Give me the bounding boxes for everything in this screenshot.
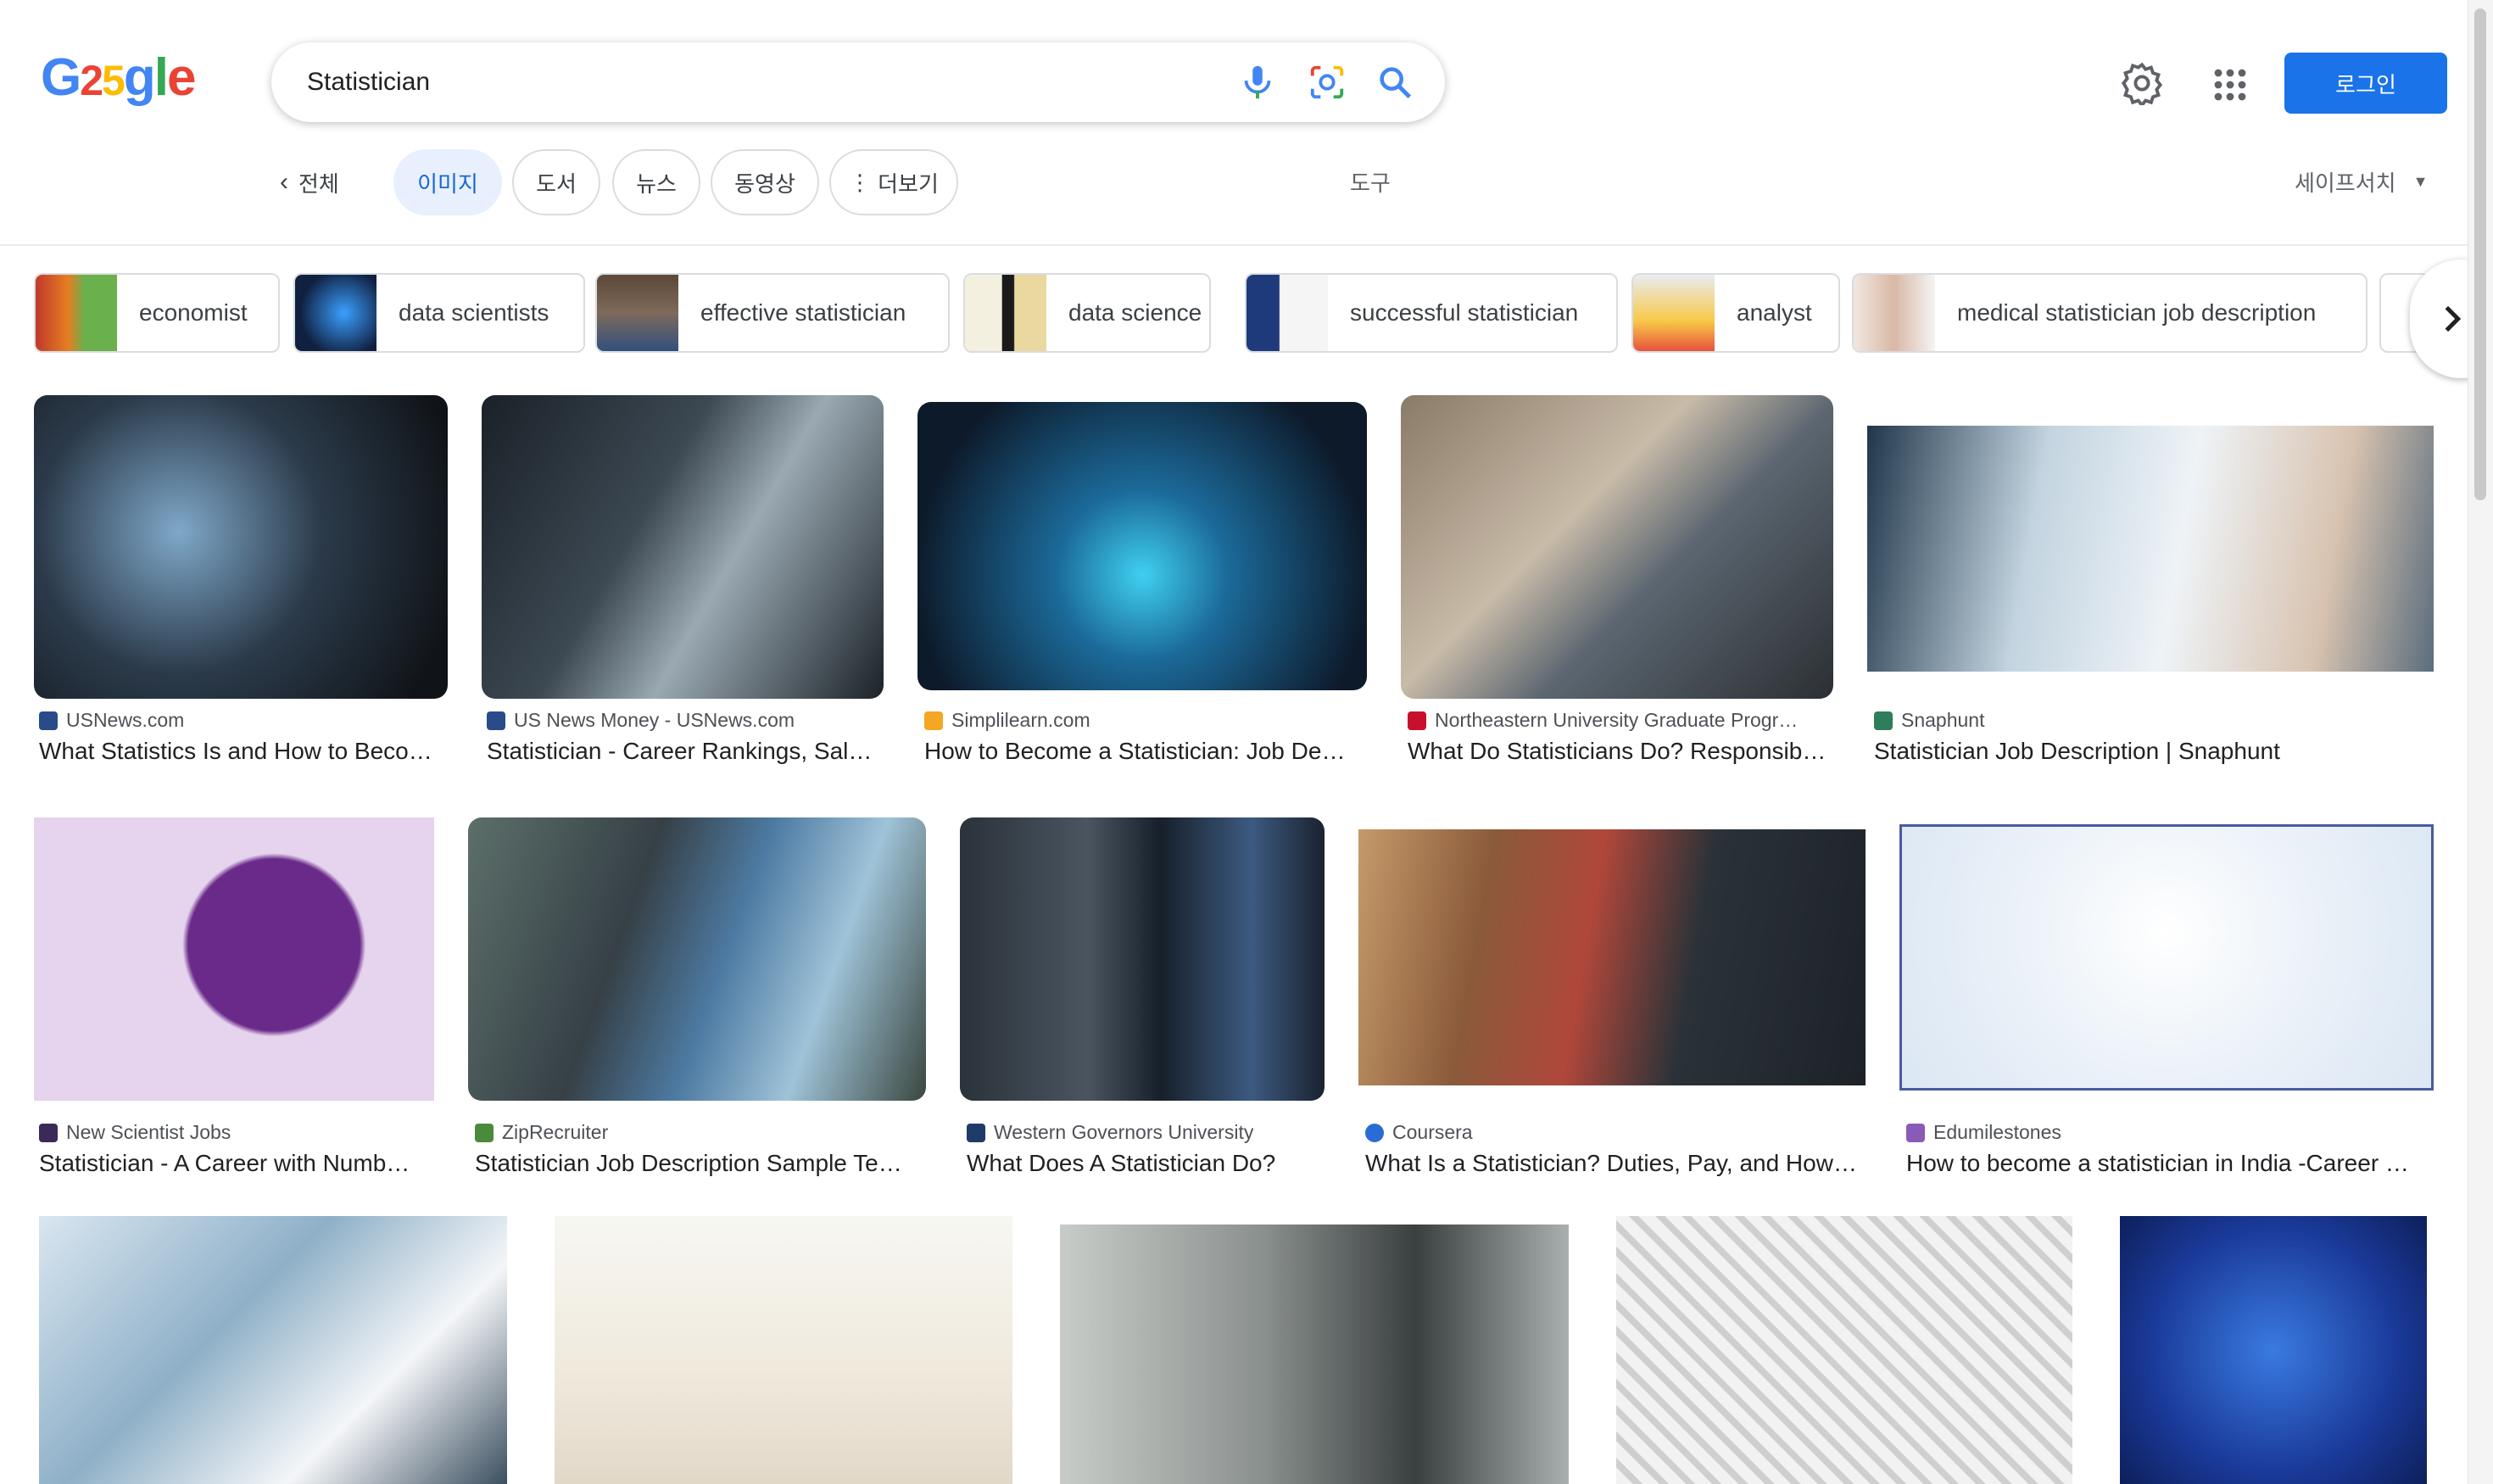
favicon-icon <box>1365 1123 1384 1142</box>
safesearch-label: 세이프서치 <box>2295 170 2396 196</box>
tab-books[interactable]: 도서 <box>512 149 600 215</box>
result-image[interactable] <box>1401 395 1833 699</box>
result-title[interactable]: How to become a statistician in India -C… <box>1906 1150 2432 1177</box>
result-image[interactable] <box>1867 426 2434 672</box>
chip-label: analyst <box>1737 299 1812 326</box>
favicon-icon <box>475 1123 494 1142</box>
chip-label: data science <box>1068 299 1202 326</box>
tab-news[interactable]: 뉴스 <box>612 149 700 215</box>
result-title[interactable]: What Does A Statistician Do? <box>967 1150 1331 1177</box>
result-title[interactable]: What Statistics Is and How to Beco… <box>39 738 455 765</box>
header-divider <box>0 244 2468 246</box>
result-image[interactable] <box>960 817 1325 1101</box>
lens-icon[interactable] <box>1308 63 1347 102</box>
chip-successful-statistician[interactable]: successful statistician <box>1245 273 1618 353</box>
result-title[interactable]: Statistician - Career Rankings, Sal… <box>487 738 885 765</box>
result-image[interactable] <box>34 817 434 1101</box>
result-image[interactable] <box>1616 1216 2072 1484</box>
favicon-icon <box>967 1123 985 1142</box>
favicon-icon <box>39 711 58 730</box>
result-source[interactable]: US News Money - USNews.com <box>487 709 795 732</box>
favicon-icon <box>1408 711 1426 730</box>
result-image[interactable] <box>1899 824 2434 1091</box>
result-source[interactable]: USNews.com <box>39 709 184 732</box>
chip-label: effective statistician <box>700 299 906 326</box>
result-source[interactable]: Coursera <box>1365 1121 1473 1144</box>
chip-economist[interactable]: economist <box>34 273 280 353</box>
favicon-icon <box>924 711 943 730</box>
chevron-left-icon: ‹ <box>280 168 288 196</box>
tab-all-label: 전체 <box>298 170 339 197</box>
result-image[interactable] <box>917 402 1367 690</box>
caret-down-icon: ▼ <box>2412 173 2429 190</box>
scrollbar-thumb[interactable] <box>2474 8 2486 500</box>
result-source[interactable]: Northeastern University Graduate Progr… <box>1408 709 1798 732</box>
chip-label: data scientists <box>399 299 549 326</box>
apps-grid-icon[interactable] <box>2210 64 2250 105</box>
result-image[interactable] <box>555 1216 1012 1484</box>
more-vert-icon: ⋮ <box>849 169 872 195</box>
result-source[interactable]: New Scientist Jobs <box>39 1121 231 1144</box>
result-image[interactable] <box>34 395 448 699</box>
chip-thumbnail <box>1854 275 1935 351</box>
gear-icon[interactable] <box>2120 61 2164 105</box>
search-input[interactable] <box>307 61 1155 103</box>
tab-all[interactable]: ‹ 전체 <box>280 149 339 215</box>
chip-thumbnail <box>1246 275 1328 351</box>
search-icon[interactable] <box>1375 63 1414 102</box>
result-image[interactable] <box>1060 1225 1569 1484</box>
result-image[interactable] <box>482 395 884 699</box>
tab-images[interactable]: 이미지 <box>393 149 502 215</box>
favicon-icon <box>1906 1123 1925 1142</box>
chip-analyst[interactable]: analyst <box>1631 273 1840 353</box>
favicon-icon <box>1874 711 1893 730</box>
login-button[interactable]: 로그인 <box>2284 53 2447 114</box>
result-title[interactable]: What Do Statisticians Do? Responsib… <box>1408 738 1840 765</box>
google-logo[interactable]: G25gle <box>41 47 196 108</box>
chip-thumbnail <box>965 275 1046 351</box>
result-source[interactable]: Snaphunt <box>1874 709 1984 732</box>
result-source[interactable]: ZipRecruiter <box>475 1121 608 1144</box>
chip-thumbnail <box>295 275 376 351</box>
result-image[interactable] <box>1358 829 1866 1085</box>
result-source[interactable]: Western Governors University <box>967 1121 1253 1144</box>
result-title[interactable]: Statistician - A Career with Numb… <box>39 1150 438 1177</box>
result-title[interactable]: What Is a Statistician? Duties, Pay, and… <box>1365 1150 1866 1177</box>
chip-label: medical statistician job description <box>1957 299 2317 326</box>
tab-more-label: 더보기 <box>878 170 939 197</box>
tab-videos[interactable]: 동영상 <box>711 149 819 215</box>
result-title[interactable]: How to Become a Statistician: Job De… <box>924 738 1365 765</box>
result-title[interactable]: Statistician Job Description Sample Te… <box>475 1150 924 1177</box>
favicon-icon <box>487 711 505 730</box>
tools-button[interactable]: 도구 <box>1350 166 1391 198</box>
result-source[interactable]: Edumilestones <box>1906 1121 2061 1144</box>
chip-thumbnail <box>1633 275 1715 351</box>
chip-effective-statistician[interactable]: effective statistician <box>595 273 950 353</box>
result-image[interactable] <box>2120 1216 2427 1484</box>
mic-icon[interactable] <box>1238 63 1277 102</box>
safesearch-dropdown[interactable]: 세이프서치 ▼ <box>2295 166 2428 198</box>
result-title[interactable]: Statistician Job Description | Snaphunt <box>1874 738 2434 765</box>
chip-thumbnail <box>36 275 117 351</box>
chip-label: successful statistician <box>1350 299 1579 326</box>
result-image[interactable] <box>468 817 926 1101</box>
chip-label: economist <box>139 299 248 326</box>
search-box <box>271 42 1445 122</box>
chevron-right-icon <box>2445 305 2462 332</box>
chip-thumbnail <box>597 275 678 351</box>
result-image[interactable] <box>39 1216 507 1484</box>
tab-more[interactable]: ⋮ 더보기 <box>829 149 958 215</box>
result-source[interactable]: Simplilearn.com <box>924 709 1090 732</box>
chip-data-science[interactable]: data science <box>963 273 1211 353</box>
chip-medical-statistician-job-description[interactable]: medical statistician job description <box>1852 273 2368 353</box>
chip-data-scientists[interactable]: data scientists <box>293 273 585 353</box>
favicon-icon <box>39 1123 58 1142</box>
